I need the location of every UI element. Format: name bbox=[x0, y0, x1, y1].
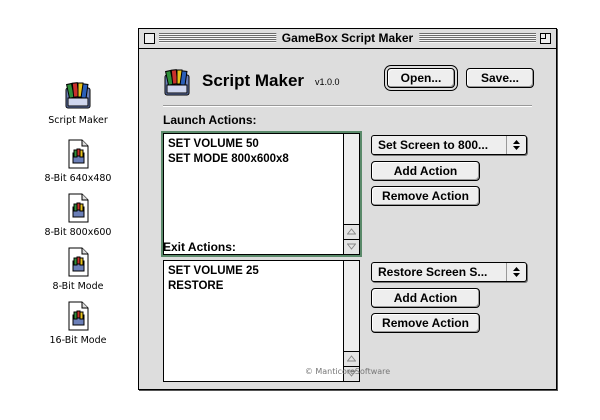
script-maker-app-icon bbox=[62, 80, 94, 112]
launch-remove-action-button[interactable]: Remove Action bbox=[371, 186, 480, 206]
script-document-icon bbox=[62, 246, 94, 278]
list-item[interactable]: SET VOLUME 50 bbox=[168, 137, 341, 152]
script-document-icon bbox=[62, 192, 94, 224]
launch-action-popup[interactable]: Set Screen to 800... bbox=[371, 135, 527, 155]
desktop-icon-label: 8-Bit 640x480 bbox=[44, 173, 112, 184]
exit-remove-action-button[interactable]: Remove Action bbox=[371, 313, 480, 333]
desktop-icon-label: Script Maker bbox=[48, 115, 108, 126]
exit-action-popup[interactable]: Restore Screen S... bbox=[371, 262, 527, 282]
launch-actions-label: Launch Actions: bbox=[163, 113, 257, 127]
exit-popup-selected: Restore Screen S... bbox=[378, 265, 488, 279]
script-maker-app-icon bbox=[161, 67, 193, 99]
updown-arrows-icon bbox=[506, 136, 526, 154]
header-separator bbox=[163, 105, 532, 107]
desktop-icon-8bit-mode[interactable]: 8-Bit Mode bbox=[33, 246, 123, 292]
desktop-icon-16bit-mode[interactable]: 16-Bit Mode bbox=[33, 300, 123, 346]
app-version: v1.0.0 bbox=[315, 77, 340, 87]
exit-actions-lines: SET VOLUME 25 RESTORE bbox=[168, 264, 341, 294]
launch-scrollbar[interactable] bbox=[343, 134, 359, 254]
open-button[interactable]: Open... bbox=[387, 68, 455, 88]
script-document-icon bbox=[62, 138, 94, 170]
exit-add-action-button[interactable]: Add Action bbox=[371, 288, 480, 308]
desktop-icon-script-maker[interactable]: Script Maker bbox=[33, 80, 123, 126]
exit-scrollbar[interactable] bbox=[343, 261, 359, 381]
desktop-icon-label: 16-Bit Mode bbox=[49, 335, 107, 346]
launch-actions-list[interactable]: SET VOLUME 50 SET MODE 800x600x8 bbox=[161, 131, 362, 257]
copyright-text: © ManticoreSoftware bbox=[304, 367, 391, 376]
updown-arrows-icon bbox=[506, 263, 526, 281]
script-maker-window: GameBox Script Maker Script Maker v1.0.0… bbox=[138, 28, 557, 390]
list-item[interactable]: RESTORE bbox=[168, 279, 341, 294]
scroll-up-arrow-icon[interactable] bbox=[344, 224, 359, 239]
scroll-down-arrow-icon[interactable] bbox=[344, 239, 359, 254]
list-item[interactable]: SET MODE 800x600x8 bbox=[168, 152, 341, 167]
window-content: Script Maker v1.0.0 Open... Save... Laun… bbox=[139, 49, 556, 389]
close-box-icon[interactable] bbox=[144, 33, 155, 44]
save-button[interactable]: Save... bbox=[466, 68, 534, 88]
list-item[interactable]: SET VOLUME 25 bbox=[168, 264, 341, 279]
scroll-up-arrow-icon[interactable] bbox=[344, 351, 359, 366]
exit-actions-list[interactable]: SET VOLUME 25 RESTORE bbox=[163, 260, 360, 382]
launch-add-action-button[interactable]: Add Action bbox=[371, 161, 480, 181]
window-title: GameBox Script Maker bbox=[275, 30, 420, 47]
desktop-icon-label: 8-Bit 800x600 bbox=[44, 227, 112, 238]
desktop-icon-8bit-640x480[interactable]: 8-Bit 640x480 bbox=[33, 138, 123, 184]
exit-actions-label: Exit Actions: bbox=[163, 240, 236, 254]
launch-popup-selected: Set Screen to 800... bbox=[378, 138, 489, 152]
script-document-icon bbox=[62, 300, 94, 332]
title-bar[interactable]: GameBox Script Maker bbox=[139, 29, 556, 49]
desktop-icon-label: 8-Bit Mode bbox=[52, 281, 104, 292]
app-title: Script Maker bbox=[202, 71, 305, 90]
desktop-icon-8bit-800x600[interactable]: 8-Bit 800x600 bbox=[33, 192, 123, 238]
launch-actions-lines: SET VOLUME 50 SET MODE 800x600x8 bbox=[168, 137, 341, 167]
zoom-box-icon[interactable] bbox=[540, 33, 551, 44]
